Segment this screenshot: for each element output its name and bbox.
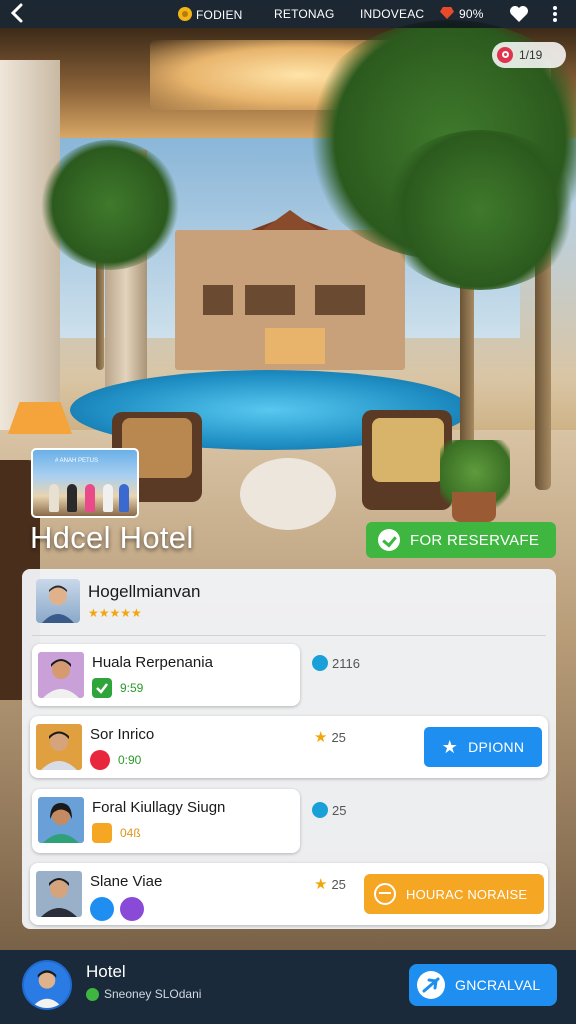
star-icon: ★ <box>314 729 328 746</box>
armchair-cushion <box>372 418 444 482</box>
thumbnail-caption: # ANAH PETUS <box>55 458 99 464</box>
list-item-time: 9:59 <box>120 681 144 695</box>
avatar <box>38 652 84 698</box>
panel-header: Hogellmianvan ★★★★★ <box>22 569 556 635</box>
topbar-tab-3[interactable]: INDOVEAC <box>360 7 424 21</box>
action-button[interactable]: HOURAC NORAISE <box>364 874 544 914</box>
hotel-title: Hdcel Hotel <box>30 520 194 555</box>
tag-icon <box>312 655 328 671</box>
list-item-time: 0:90 <box>118 753 142 767</box>
add-icon[interactable] <box>120 897 144 921</box>
check-icon <box>378 529 400 551</box>
list-item-name: Huala Rerpenania <box>92 654 213 671</box>
reserve-button[interactable]: FOR RESERVAFE <box>366 522 556 558</box>
list-item-name: Sor Inrico <box>90 726 155 743</box>
top-bar: FODIEN RETONAG INDOVEAC 90% <box>0 0 576 28</box>
list-item-sub: 04ß <box>92 823 141 843</box>
back-arrow-icon[interactable] <box>10 2 24 28</box>
thumb-person <box>85 484 95 512</box>
thumb-person <box>67 484 77 512</box>
action-button-label: HOURAC NORAISE <box>406 886 528 902</box>
villa-window <box>315 285 365 315</box>
topbar-coins-label: FODIEN <box>196 8 243 22</box>
minus-circle-icon <box>374 883 396 905</box>
avatar[interactable] <box>22 960 72 1010</box>
avatar <box>38 797 84 843</box>
plus-icon[interactable] <box>90 897 114 921</box>
row-stat: ★ 25 <box>314 728 346 746</box>
list-item-name: Foral Kiullagy Siugn <box>92 799 226 816</box>
list-item[interactable]: Sor Inrico 0:90 ★ 25 ★ DPIONN <box>30 716 548 778</box>
row-stat-value: 25 <box>332 802 347 818</box>
star-icon: ★ <box>441 736 459 757</box>
row-stat: 25 <box>312 802 346 818</box>
villa-window <box>245 285 295 315</box>
list-item[interactable]: Slane Viae ★ 25 HOURAC NORAISE <box>30 863 548 925</box>
row-stat: ★ 25 <box>314 875 346 893</box>
alert-icon <box>90 750 110 770</box>
bar-chart-icon <box>92 823 112 843</box>
heart-icon[interactable] <box>509 5 529 23</box>
bottom-subtitle: Sneoney SLOdani <box>86 987 201 1001</box>
avatar <box>36 871 82 917</box>
plane-icon <box>417 971 445 999</box>
plant-pot <box>452 492 496 522</box>
topbar-coins[interactable]: FODIEN <box>178 7 243 22</box>
check-icon <box>92 678 112 698</box>
palm-fronds <box>40 140 180 270</box>
gem-icon <box>440 7 454 19</box>
villa-lobby <box>265 328 325 364</box>
action-button[interactable]: ★ DPIONN <box>424 727 542 767</box>
action-button-label: DPIONN <box>468 739 525 755</box>
rating-stars: ★★★★★ <box>88 606 142 620</box>
villa-window <box>203 285 233 315</box>
bottom-action-label: GNCRALVAL <box>455 977 541 993</box>
side-table <box>240 458 336 530</box>
divider <box>32 635 546 636</box>
list-item-name: Slane Viae <box>90 873 163 890</box>
bottom-bar: Hotel Sneoney SLOdani GNCRALVAL <box>0 950 576 1024</box>
bottom-title: Hotel <box>86 962 126 981</box>
row-stat-value: 25 <box>331 876 346 892</box>
list-item-sub: 9:59 <box>92 678 143 698</box>
list-item-sub: 0:90 <box>90 750 141 770</box>
photo-counter[interactable]: 1/19 <box>492 42 566 68</box>
thumb-person <box>103 484 113 512</box>
more-icon[interactable] <box>548 5 562 23</box>
topbar-gems-label: 90% <box>459 7 484 21</box>
row-stat: 2116 <box>312 655 360 671</box>
bottom-action-button[interactable]: GNCRALVAL <box>409 964 557 1006</box>
thumb-person <box>49 484 59 512</box>
bottom-subtitle-label: Sneoney SLOdani <box>104 987 202 1001</box>
list-item-time: 04ß <box>120 826 141 840</box>
row-stat-value: 2116 <box>332 655 360 671</box>
list-item[interactable]: Huala Rerpenania 9:59 <box>32 644 300 706</box>
thumb-person <box>119 484 129 512</box>
topbar-gems[interactable]: 90% <box>440 7 484 21</box>
tag-icon <box>312 802 328 818</box>
list-item[interactable]: Foral Kiullagy Siugn 04ß <box>32 789 300 853</box>
photo-counter-label: 1/19 <box>519 48 543 62</box>
reserve-button-label: FOR RESERVAFE <box>410 531 540 549</box>
palm-fronds <box>380 130 576 290</box>
panel-header-name: Hogellmianvan <box>88 582 201 601</box>
coin-icon <box>178 7 192 21</box>
row-stat-value: 25 <box>331 729 346 745</box>
status-icon <box>86 987 99 1001</box>
camera-icon <box>497 47 513 63</box>
avatar <box>36 724 82 770</box>
list-item-sub <box>90 897 152 921</box>
avatar[interactable] <box>36 579 80 623</box>
villa-building <box>175 230 405 370</box>
staff-panel: Hogellmianvan ★★★★★ Huala Rerpenania 9:5… <box>22 569 556 929</box>
topbar-tab-2[interactable]: RETONAG <box>274 7 335 21</box>
gallery-thumbnail[interactable]: # ANAH PETUS <box>31 448 139 518</box>
star-icon: ★ <box>314 876 328 893</box>
